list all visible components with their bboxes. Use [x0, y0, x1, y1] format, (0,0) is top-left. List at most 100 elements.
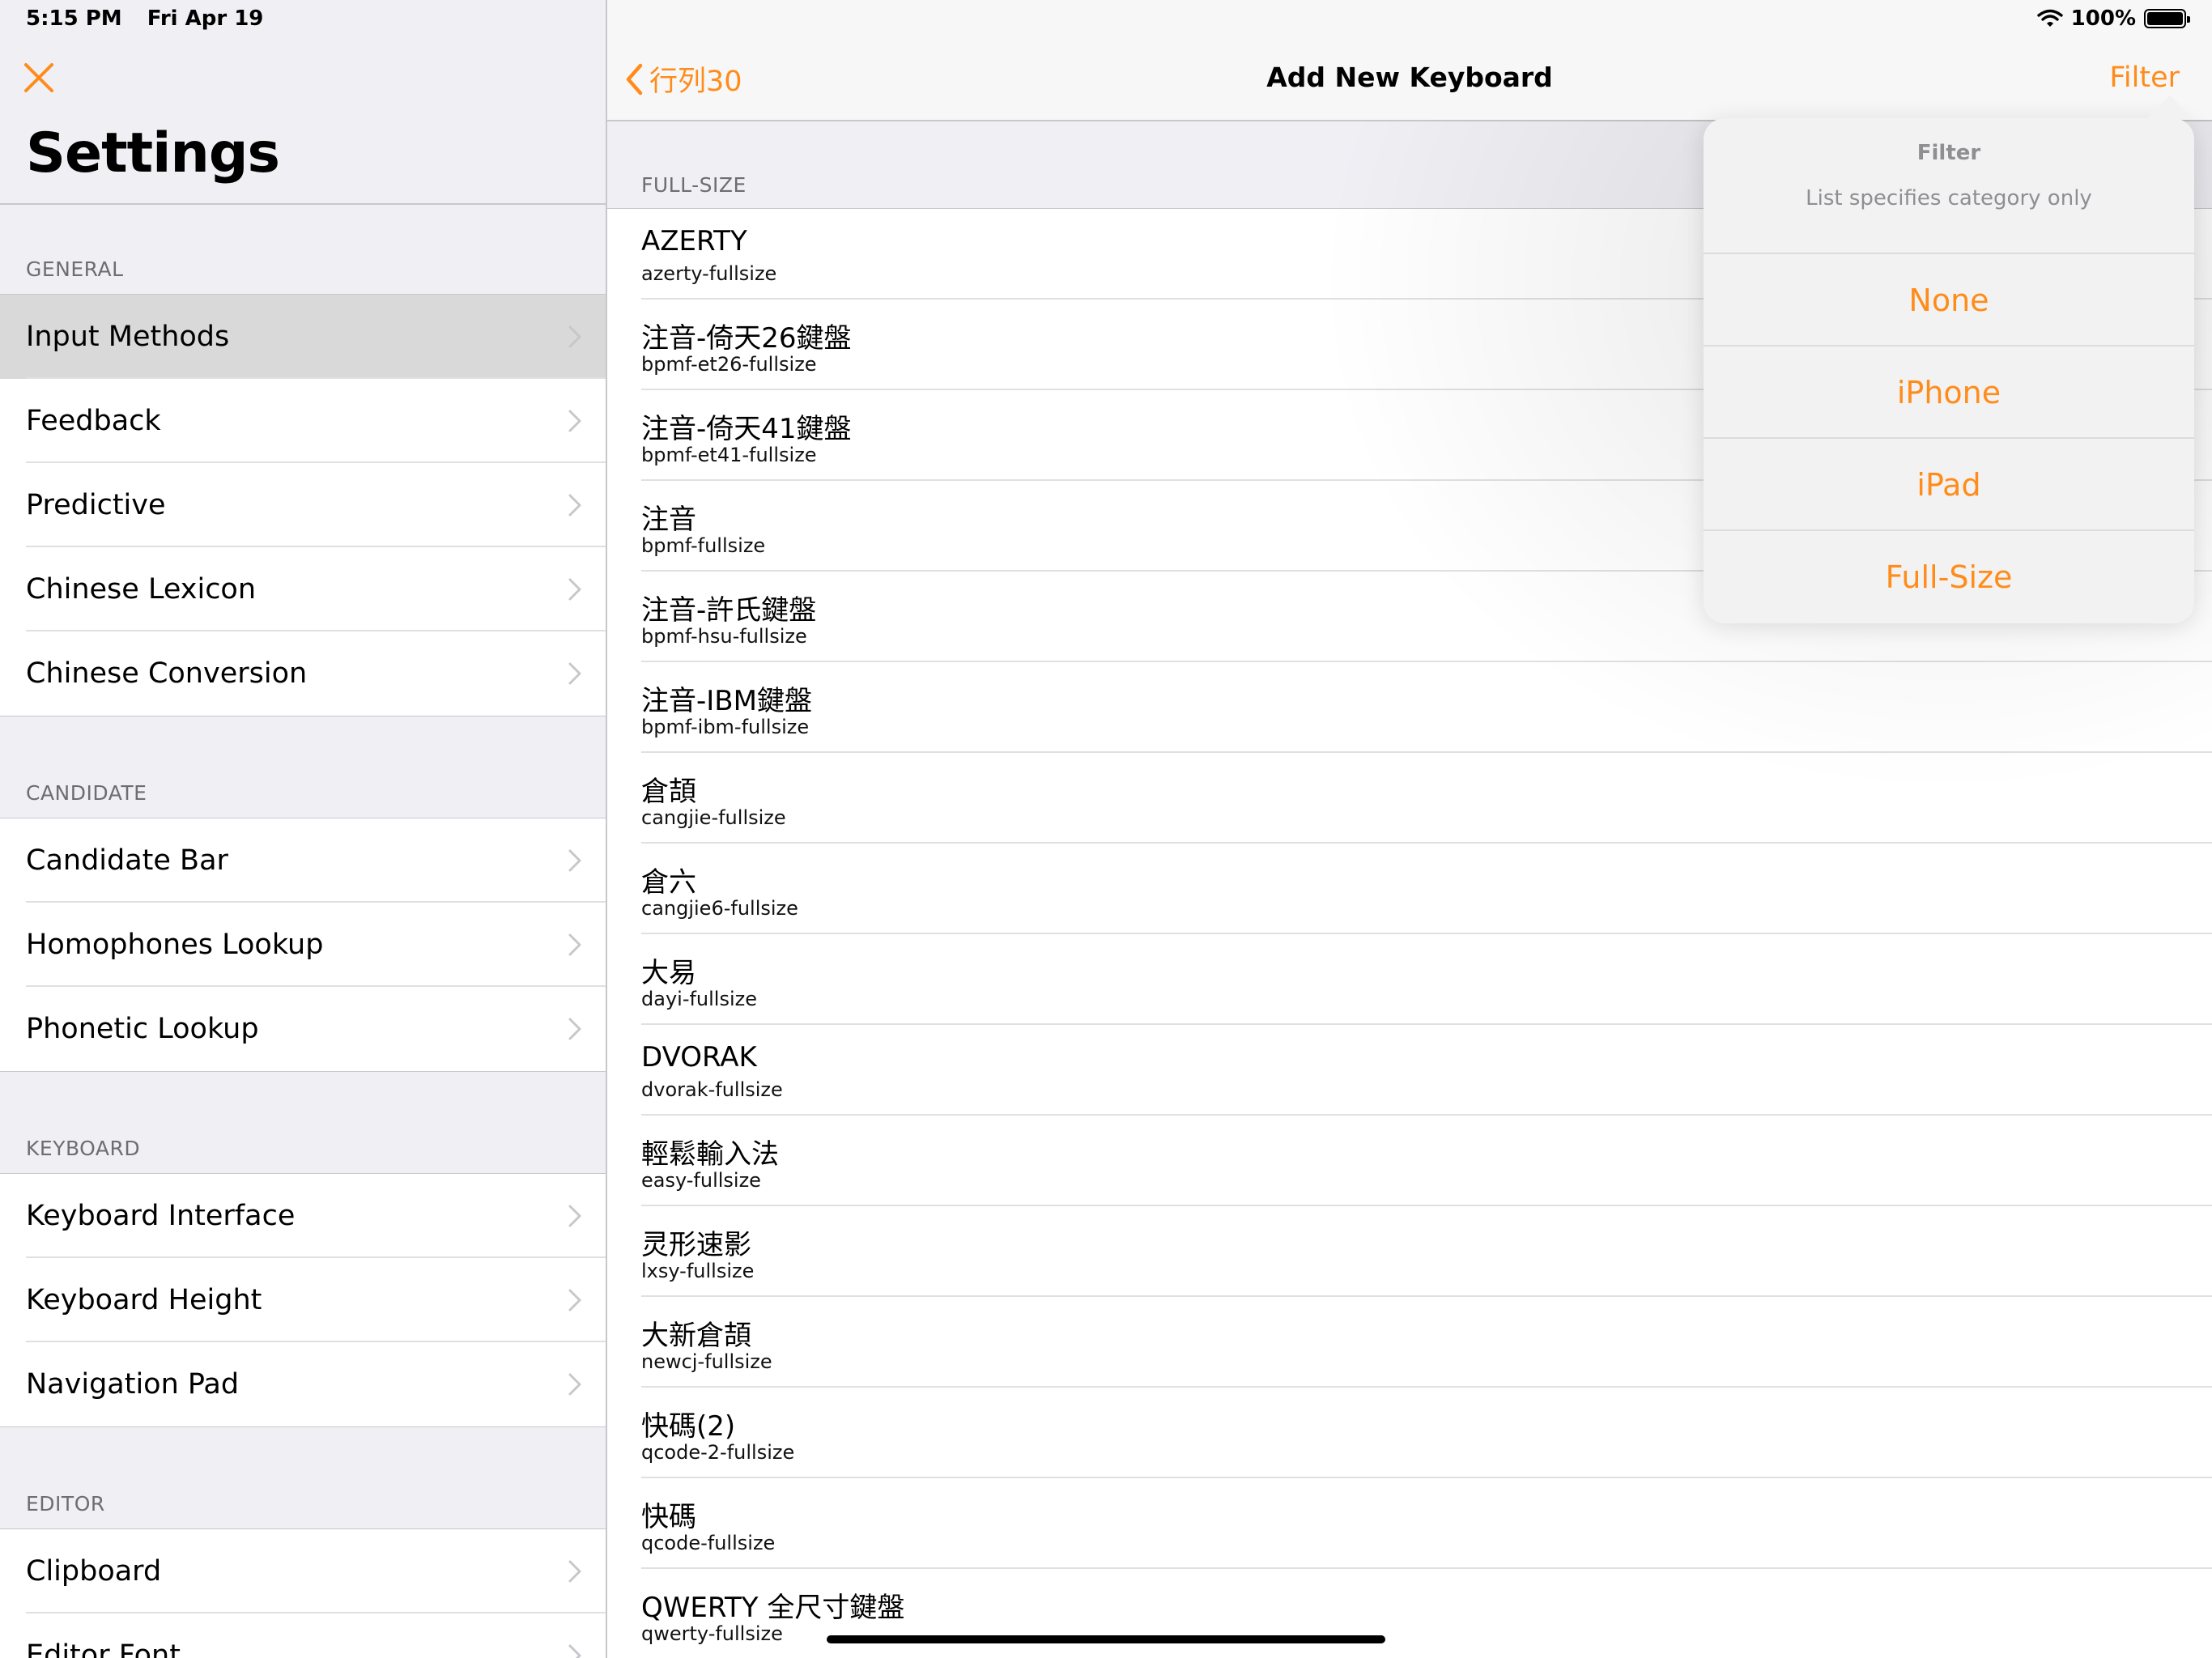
filter-popover: Filter List specifies category only None… [1704, 96, 2194, 623]
keyboard-name: 注音-IBM鍵盤 [641, 685, 812, 717]
settings-item-feedback[interactable]: Feedback [0, 379, 606, 463]
keyboard-id: lxsy-fullsize [641, 1260, 755, 1282]
settings-item-input-methods[interactable]: Input Methods [0, 295, 606, 379]
battery-percent: 100% [2070, 6, 2136, 31]
section-header-keyboard: KEYBOARD [26, 1137, 141, 1160]
keyboard-row[interactable]: 快碼(2) qcode-2-fullsize [607, 1388, 2212, 1478]
keyboard-name: 注音-倚天41鍵盤 [641, 413, 852, 445]
settings-item-label: Phonetic Lookup [26, 1013, 259, 1045]
settings-item-label: Navigation Pad [26, 1368, 240, 1401]
keyboard-name: QWERTY 全尺寸鍵盤 [641, 1592, 905, 1624]
keyboard-row[interactable]: 注音-IBM鍵盤 bpmf-ibm-fullsize [607, 662, 2212, 753]
keyboard-id: cangjie6-fullsize [641, 897, 798, 920]
chevron-right-icon [568, 1018, 581, 1040]
settings-item-label: Homophones Lookup [26, 929, 324, 961]
keyboard-id: qcode-fullsize [641, 1532, 776, 1554]
keyboard-row[interactable]: 倉六 cangjie6-fullsize [607, 844, 2212, 934]
header-divider [0, 203, 606, 205]
keyboard-row[interactable]: DVORAK dvorak-fullsize [607, 1025, 2212, 1116]
keyboard-id: bpmf-hsu-fullsize [641, 625, 807, 648]
keyboard-name: 注音-許氏鍵盤 [641, 594, 817, 627]
keyboard-id: cangjie-fullsize [641, 806, 786, 829]
settings-item-label: Clipboard [26, 1555, 162, 1588]
chevron-right-icon [568, 1560, 581, 1583]
keyboard-row[interactable]: QWERTY 全尺寸鍵盤 qwerty-fullsize [607, 1569, 2212, 1658]
keyboard-name: 注音 [641, 504, 696, 536]
settings-item-predictive[interactable]: Predictive [0, 463, 606, 547]
filter-button[interactable]: Filter [2109, 62, 2180, 94]
keyboard-row[interactable]: 倉頡 cangjie-fullsize [607, 753, 2212, 844]
section-header-full-size: FULL-SIZE [641, 173, 747, 197]
chevron-right-icon [568, 578, 581, 601]
chevron-right-icon [568, 1373, 581, 1396]
group-candidate: Candidate Bar Homophones Lookup Phonetic… [0, 818, 606, 1072]
settings-item-homophones-lookup[interactable]: Homophones Lookup [0, 903, 606, 987]
keyboard-row[interactable]: 灵形速影 lxsy-fullsize [607, 1206, 2212, 1297]
keyboard-row[interactable]: 快碼 qcode-fullsize [607, 1478, 2212, 1569]
keyboard-name: 大易 [641, 957, 696, 989]
keyboard-id: qwerty-fullsize [641, 1622, 783, 1645]
status-bar-right: 100% [2036, 6, 2190, 31]
settings-item-keyboard-interface[interactable]: Keyboard Interface [0, 1174, 606, 1258]
chevron-right-icon [568, 410, 581, 432]
keyboard-row[interactable]: 大易 dayi-fullsize [607, 934, 2212, 1025]
status-bar-left: 5:15 PM Fri Apr 19 [26, 6, 281, 31]
keyboard-id: easy-fullsize [641, 1169, 761, 1192]
settings-item-label: Keyboard Height [26, 1284, 262, 1316]
settings-item-candidate-bar[interactable]: Candidate Bar [0, 818, 606, 903]
keyboard-id: bpmf-et26-fullsize [641, 353, 817, 376]
popover-arrow [2146, 96, 2194, 120]
keyboard-name: 注音-倚天26鍵盤 [641, 322, 852, 355]
filter-option-none[interactable]: None [1704, 253, 2194, 346]
group-keyboard: Keyboard Interface Keyboard Height Navig… [0, 1173, 606, 1427]
chevron-right-icon [568, 1644, 581, 1658]
settings-item-chinese-conversion[interactable]: Chinese Conversion [0, 631, 606, 716]
home-indicator[interactable] [827, 1635, 1385, 1643]
keyboard-name: 輕鬆輸入法 [641, 1138, 779, 1171]
keyboard-row[interactable]: 輕鬆輸入法 easy-fullsize [607, 1116, 2212, 1206]
keyboard-id: qcode-2-fullsize [641, 1441, 795, 1464]
chevron-right-icon [568, 1205, 581, 1227]
battery-icon [2144, 9, 2190, 28]
settings-pane: Settings GENERAL Input Methods Feedback … [0, 0, 607, 1658]
keyboard-row[interactable]: 大新倉頡 newcj-fullsize [607, 1297, 2212, 1388]
settings-item-label: Feedback [26, 405, 161, 437]
settings-item-keyboard-height[interactable]: Keyboard Height [0, 1258, 606, 1342]
keyboard-name: 倉頡 [641, 776, 696, 808]
section-header-general: GENERAL [26, 257, 124, 281]
settings-item-label: Editor Font [26, 1639, 181, 1658]
keyboard-name: DVORAK [641, 1041, 757, 1073]
keyboard-id: bpmf-et41-fullsize [641, 444, 817, 466]
keyboard-name: 灵形速影 [641, 1229, 751, 1261]
chevron-right-icon [568, 849, 581, 872]
settings-item-clipboard[interactable]: Clipboard [0, 1529, 606, 1613]
group-editor: Clipboard Editor Font [0, 1528, 606, 1658]
settings-item-navigation-pad[interactable]: Navigation Pad [0, 1342, 606, 1426]
popover-message: List specifies category only [1806, 186, 2092, 210]
settings-item-label: Input Methods [26, 321, 230, 353]
section-header-candidate: CANDIDATE [26, 781, 147, 805]
settings-item-label: Keyboard Interface [26, 1200, 296, 1232]
chevron-right-icon [568, 662, 581, 685]
close-icon[interactable] [23, 62, 55, 94]
settings-item-editor-font[interactable]: Editor Font [0, 1613, 606, 1658]
filter-option-ipad[interactable]: iPad [1704, 437, 2194, 531]
keyboard-id: dvorak-fullsize [641, 1078, 783, 1101]
keyboard-id: dayi-fullsize [641, 988, 758, 1010]
keyboard-id: bpmf-fullsize [641, 534, 766, 557]
filter-option-iphone[interactable]: iPhone [1704, 345, 2194, 439]
chevron-right-icon [568, 933, 581, 956]
status-date: Fri Apr 19 [147, 6, 264, 31]
settings-item-phonetic-lookup[interactable]: Phonetic Lookup [0, 987, 606, 1071]
chevron-right-icon [568, 1289, 581, 1312]
filter-option-full-size[interactable]: Full-Size [1704, 529, 2194, 623]
settings-item-label: Predictive [26, 489, 166, 521]
section-header-editor: EDITOR [26, 1492, 105, 1516]
keyboard-name: 快碼(2) [641, 1410, 736, 1443]
settings-item-label: Chinese Lexicon [26, 573, 257, 606]
settings-item-label: Chinese Conversion [26, 657, 308, 690]
keyboard-id: bpmf-ibm-fullsize [641, 716, 810, 738]
popover-title: Filter [1916, 141, 1981, 165]
settings-item-chinese-lexicon[interactable]: Chinese Lexicon [0, 547, 606, 631]
chevron-right-icon [568, 494, 581, 517]
